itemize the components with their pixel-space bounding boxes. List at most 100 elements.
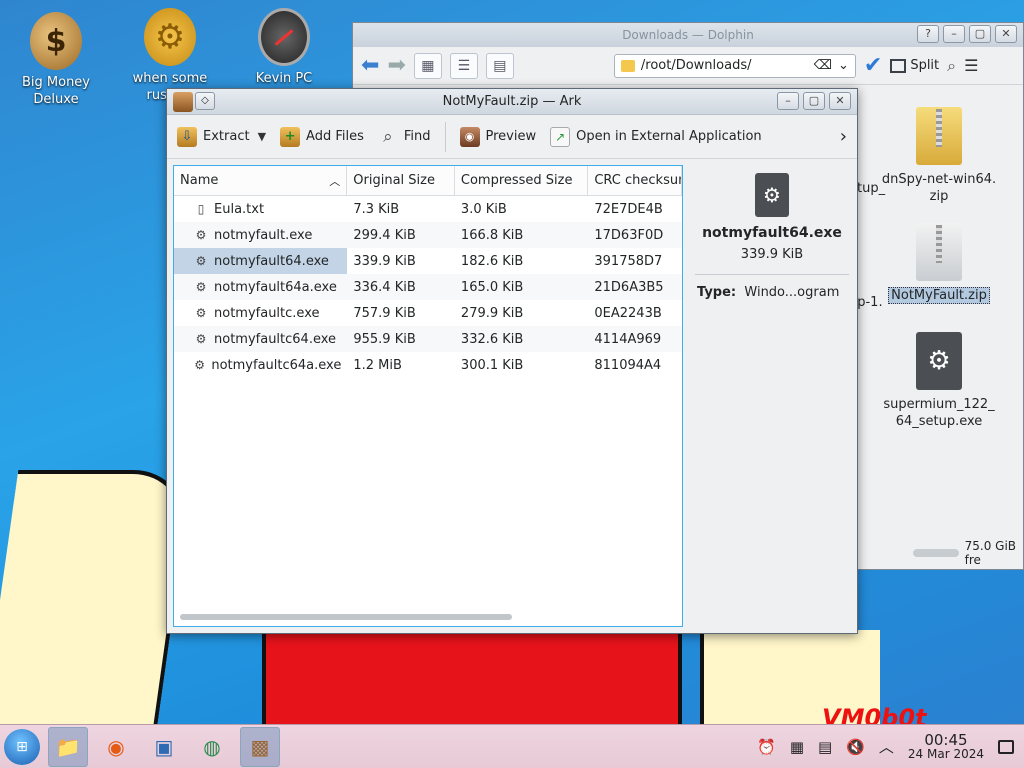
battery-icon[interactable]: ▤ bbox=[818, 738, 832, 756]
ark-toolbar: ⇩ Extract ▼ + Add Files ⌕ Find ◉ Preview… bbox=[167, 115, 857, 159]
info-file-size: 339.9 KiB bbox=[740, 247, 804, 262]
start-button[interactable]: ⊞ bbox=[4, 728, 40, 765]
confirm-check-icon[interactable]: ✔ bbox=[864, 53, 882, 78]
info-file-name: notmyfault64.exe bbox=[702, 225, 842, 241]
forward-arrow-icon[interactable]: ➡ bbox=[387, 53, 405, 78]
table-row[interactable]: ⚙ notmyfault64a.exe 336.4 KiB 165.0 KiB 2… bbox=[174, 274, 682, 300]
table-row[interactable]: ⚙ notmyfaultc.exe 757.9 KiB 279.9 KiB 0EA… bbox=[174, 300, 682, 326]
row-name: notmyfaultc64.exe bbox=[214, 331, 337, 347]
split-button[interactable]: Split bbox=[890, 58, 939, 73]
column-label: Name bbox=[180, 173, 219, 188]
back-arrow-icon[interactable]: ⬅ bbox=[361, 53, 379, 78]
column-header-original-size[interactable]: Original Size bbox=[347, 166, 455, 195]
clear-icon[interactable]: ⌫ bbox=[814, 58, 832, 73]
location-bar[interactable]: /root/Downloads/ ⌫ ⌄ bbox=[613, 53, 856, 78]
chevron-right-icon[interactable]: › bbox=[840, 126, 847, 147]
task-app[interactable]: ▣ bbox=[144, 727, 184, 767]
row-crc: 391758D7 bbox=[594, 253, 663, 269]
wallpaper-drawing-yellow bbox=[0, 470, 194, 730]
close-button[interactable]: ✕ bbox=[995, 25, 1017, 43]
system-tray: ⏰ ▦ ▤ 🔇 ︿ 00:45 24 Mar 2024 bbox=[757, 732, 1024, 761]
info-divider bbox=[695, 274, 849, 275]
chevron-up-icon[interactable]: ︿ bbox=[879, 736, 894, 757]
details-view-button[interactable]: ▤ bbox=[485, 52, 514, 79]
task-firefox[interactable]: ◉ bbox=[96, 727, 136, 767]
maximize-button[interactable]: ▢ bbox=[969, 25, 991, 43]
task-file-manager[interactable]: 📁 bbox=[48, 726, 88, 767]
open-external-button[interactable]: ↗ Open in External Application bbox=[550, 126, 762, 147]
location-path: /root/Downloads/ bbox=[640, 58, 752, 73]
row-original-size: 339.9 KiB bbox=[353, 253, 416, 269]
column-header-crc[interactable]: CRC checksum bbox=[588, 166, 682, 195]
column-header-name[interactable]: Name ︿ bbox=[174, 166, 348, 195]
archive-file-list[interactable]: Name ︿ Original Size Compressed Size CRC… bbox=[173, 165, 683, 627]
extract-button[interactable]: ⇩ Extract bbox=[177, 126, 250, 147]
keep-above-icon[interactable]: ◇ bbox=[195, 92, 215, 110]
exe-icon: ⚙ bbox=[195, 228, 207, 242]
ark-title: NotMyFault.zip — Ark bbox=[442, 94, 582, 109]
moneybag-icon: $ bbox=[30, 12, 82, 70]
help-button[interactable]: ? bbox=[917, 25, 939, 43]
preview-button[interactable]: ◉ Preview bbox=[459, 126, 536, 147]
sort-ascending-icon: ︿ bbox=[329, 174, 341, 188]
info-type: Type: Windo...ogram bbox=[691, 285, 853, 300]
close-button[interactable]: ✕ bbox=[829, 92, 851, 110]
column-header-compressed-size[interactable]: Compressed Size bbox=[455, 166, 589, 195]
icons-view-button[interactable]: ▦ bbox=[413, 52, 442, 79]
row-compressed-size: 166.8 KiB bbox=[460, 227, 524, 243]
add-files-icon: + bbox=[280, 126, 301, 147]
search-icon: ⌕ bbox=[383, 126, 393, 147]
find-button[interactable]: ⌕ Find bbox=[378, 126, 431, 147]
task-browser[interactable]: ◍ bbox=[192, 727, 232, 767]
open-external-label: Open in External Application bbox=[576, 129, 762, 144]
file-item[interactable]: dnSpy-net-win64. zip bbox=[879, 107, 999, 205]
row-crc: 0EA2243B bbox=[594, 305, 662, 321]
info-panel: ⚙ notmyfault64.exe 339.9 KiB Type: Windo… bbox=[691, 165, 853, 627]
row-original-size: 1.2 MiB bbox=[353, 357, 402, 373]
table-row-selected[interactable]: ⚙ notmyfault64.exe 339.9 KiB 182.6 KiB 39… bbox=[174, 248, 682, 274]
horizontal-scrollbar[interactable] bbox=[180, 614, 512, 620]
ark-content: Name ︿ Original Size Compressed Size CRC… bbox=[173, 165, 851, 627]
file-item-selected[interactable]: NotMyFault.zip bbox=[879, 223, 999, 304]
windows-logo-icon: ⊞ bbox=[16, 738, 28, 755]
show-desktop-button[interactable] bbox=[998, 739, 1014, 754]
compact-view-button[interactable]: ☰ bbox=[449, 52, 478, 79]
globe-icon: ◍ bbox=[203, 734, 221, 759]
info-type-label: Type: bbox=[697, 285, 737, 300]
ark-titlebar[interactable]: ◇ NotMyFault.zip — Ark – ▢ ✕ bbox=[167, 89, 857, 115]
ark-window[interactable]: ◇ NotMyFault.zip — Ark – ▢ ✕ ⇩ Extract ▼… bbox=[166, 88, 858, 634]
chevron-down-icon[interactable]: ⌄ bbox=[838, 58, 849, 73]
minimize-button[interactable]: – bbox=[777, 92, 799, 110]
extract-icon: ⇩ bbox=[177, 126, 197, 147]
maximize-button[interactable]: ▢ bbox=[803, 92, 825, 110]
table-row[interactable]: ⚙ notmyfaultc64.exe 955.9 KiB 332.6 KiB 4… bbox=[174, 326, 682, 352]
exe-icon: ⚙ bbox=[916, 332, 962, 390]
table-row[interactable]: ▯ Eula.txt 7.3 KiB 3.0 KiB 72E7DE4B bbox=[174, 196, 682, 222]
table-row[interactable]: ⚙ notmyfault.exe 299.4 KiB 166.8 KiB 17D6… bbox=[174, 222, 682, 248]
extract-label: Extract bbox=[203, 129, 250, 144]
dolphin-title: Downloads — Dolphin bbox=[622, 28, 754, 42]
file-name: supermium_122_ 64_setup.exe bbox=[883, 397, 995, 429]
row-crc: 21D6A3B5 bbox=[594, 279, 664, 295]
exe-icon: ⚙ bbox=[195, 332, 207, 346]
exe-icon: ⚙ bbox=[194, 358, 206, 372]
hamburger-menu-icon[interactable]: ☰ bbox=[964, 56, 978, 75]
table-row[interactable]: ⚙ notmyfaultc64a.exe 1.2 MiB 300.1 KiB 81… bbox=[174, 352, 682, 378]
desktop-icon-big-money[interactable]: $ Big Money Deluxe bbox=[8, 12, 104, 108]
alarm-icon[interactable]: ⏰ bbox=[757, 738, 776, 756]
ark-app-icon[interactable] bbox=[173, 92, 193, 112]
clipboard-icon[interactable]: ▦ bbox=[790, 738, 804, 756]
minimize-button[interactable]: – bbox=[943, 25, 965, 43]
row-compressed-size: 300.1 KiB bbox=[460, 357, 524, 373]
exe-icon: ⚙ bbox=[195, 254, 207, 268]
exe-icon: ⚙ bbox=[195, 306, 207, 320]
search-icon[interactable]: ⌕ bbox=[947, 56, 956, 76]
find-label: Find bbox=[403, 129, 431, 144]
clock[interactable]: 00:45 24 Mar 2024 bbox=[908, 732, 984, 761]
chevron-down-icon[interactable]: ▼ bbox=[258, 130, 266, 143]
task-ark[interactable]: ▩ bbox=[240, 726, 280, 767]
volume-muted-icon[interactable]: 🔇 bbox=[846, 738, 865, 756]
dolphin-titlebar[interactable]: Downloads — Dolphin ? – ▢ ✕ bbox=[353, 23, 1023, 47]
add-files-button[interactable]: + Add Files bbox=[280, 126, 364, 147]
file-item[interactable]: ⚙ supermium_122_ 64_setup.exe bbox=[879, 332, 999, 430]
